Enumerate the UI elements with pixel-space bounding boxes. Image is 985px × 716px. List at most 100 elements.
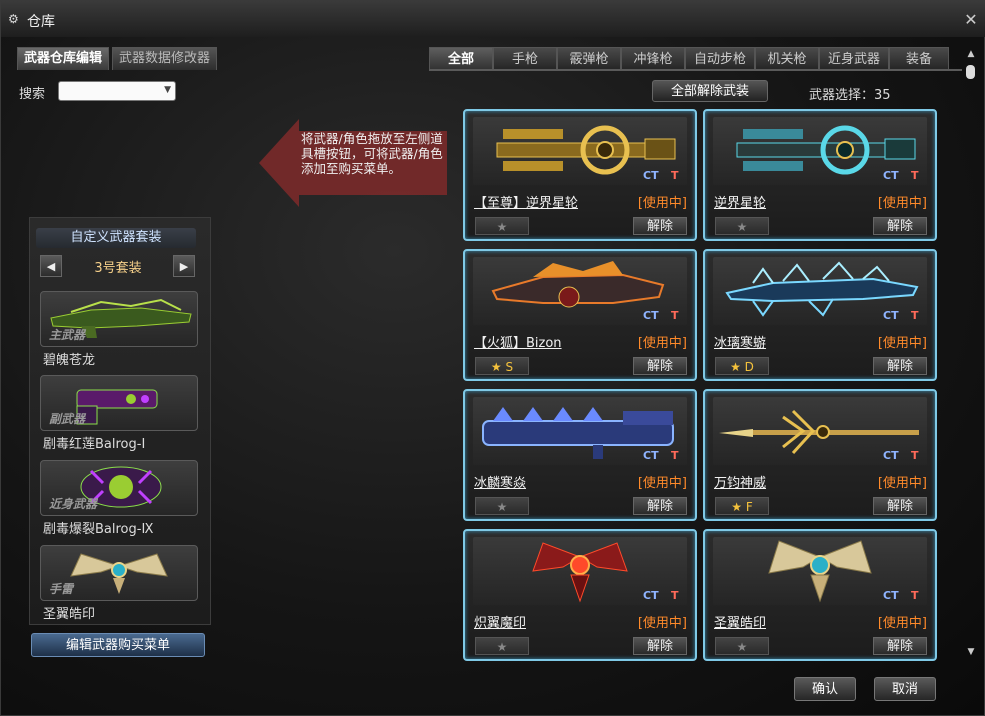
confirm-button[interactable]: 确认: [794, 677, 856, 701]
scroll-thumb[interactable]: [966, 65, 975, 79]
t-label: T: [911, 169, 919, 182]
tab-pistol[interactable]: 手枪: [493, 47, 557, 69]
next-set-button[interactable]: ▶: [173, 255, 195, 277]
weapon-name[interactable]: 冰璃寒蝣: [714, 332, 766, 351]
in-use-status: [使用中]: [637, 616, 687, 631]
weapon-name[interactable]: 圣翼皓印: [714, 612, 766, 631]
steam-icon: ⚙: [8, 12, 19, 26]
window-title: 仓库: [27, 14, 55, 30]
slot-category: 副武器: [49, 412, 86, 426]
tab-weapon-data-editor[interactable]: 武器数据修改器: [112, 47, 218, 70]
weapon-card[interactable]: CT T 冰璃寒蝣 [使用中] ★ D 解除: [703, 249, 937, 381]
tab-weapon-warehouse-edit[interactable]: 武器仓库编辑: [17, 47, 110, 70]
weapon-name[interactable]: 冰麟寒焱: [474, 472, 526, 491]
slot-weapon-name: 剧毒红莲Balrog-Ⅰ: [43, 437, 146, 452]
slot-category: 主武器: [49, 328, 86, 342]
unequip-button[interactable]: 解除: [873, 637, 927, 655]
scroll-down-icon[interactable]: ▼: [965, 647, 977, 659]
tab-machine-gun[interactable]: 机关枪: [755, 47, 819, 69]
ct-label: CT: [883, 589, 899, 602]
slot-weapon-name: 圣翼皓印: [43, 607, 96, 622]
in-use-status: [使用中]: [637, 336, 687, 351]
slot-category: 近身武器: [49, 497, 98, 511]
ct-label: CT: [883, 169, 899, 182]
t-label: T: [671, 309, 679, 322]
warehouse-window: ⚙ 仓库 ✕ 武器仓库编辑 武器数据修改器 搜索 ▼ 将武器/角色拖放至左侧道具…: [0, 0, 985, 716]
tab-equipment[interactable]: 装备: [889, 47, 949, 69]
weapon-card[interactable]: CT T 逆界星轮 [使用中] ★ 解除: [703, 109, 937, 241]
weapon-count-label: 武器选择：: [809, 88, 875, 103]
title-bar[interactable]: ⚙ 仓库 ✕: [1, 1, 985, 37]
tab-shotgun[interactable]: 霰弹枪: [557, 47, 621, 69]
in-use-status: [使用中]: [877, 616, 927, 631]
scroll-up-icon[interactable]: ▲: [965, 49, 977, 61]
ct-label: CT: [883, 309, 899, 322]
tab-smg[interactable]: 冲锋枪: [621, 47, 685, 69]
rating-badge[interactable]: ★: [715, 637, 769, 655]
unequip-button[interactable]: 解除: [633, 217, 687, 235]
slot-weapon-name: 碧魄苍龙: [43, 353, 96, 368]
in-use-status: [使用中]: [877, 476, 927, 491]
cancel-button[interactable]: 取消: [874, 677, 936, 701]
unequip-button[interactable]: 解除: [633, 357, 687, 375]
edit-buy-menu-button[interactable]: 编辑武器购买菜单: [31, 633, 205, 657]
t-label: T: [911, 589, 919, 602]
hint-text: 将武器/角色拖放至左侧道具槽按钮，可将武器/角色添加至购买菜单。: [301, 131, 443, 176]
prev-set-button[interactable]: ◀: [40, 255, 62, 277]
in-use-status: [使用中]: [877, 196, 927, 211]
tab-rifle[interactable]: 自动步枪: [685, 47, 755, 69]
weapon-card[interactable]: CT T 冰麟寒焱 [使用中] ★ 解除: [463, 389, 697, 521]
slot-primary-weapon[interactable]: 主武器: [40, 291, 198, 347]
rating-badge[interactable]: ★: [475, 217, 529, 235]
weapon-card[interactable]: CT T 【至尊】逆界星轮 [使用中] ★ 解除: [463, 109, 697, 241]
search-input[interactable]: [61, 83, 161, 101]
in-use-status: [使用中]: [637, 476, 687, 491]
close-icon[interactable]: ✕: [964, 12, 978, 28]
unequip-button[interactable]: 解除: [873, 217, 927, 235]
tab-all[interactable]: 全部: [429, 47, 493, 69]
tab-melee[interactable]: 近身武器: [819, 47, 889, 69]
slot-melee-weapon[interactable]: 近身武器: [40, 460, 198, 516]
slot-secondary-weapon[interactable]: 副武器: [40, 375, 198, 431]
weapon-name[interactable]: 【火狐】Bizon: [474, 332, 562, 351]
search-label: 搜索: [19, 87, 46, 102]
unequip-button[interactable]: 解除: [633, 637, 687, 655]
weapon-count: 武器选择：35: [809, 84, 891, 103]
scrollbar[interactable]: ▲ ▼: [963, 47, 979, 659]
rating-badge[interactable]: ★: [475, 637, 529, 655]
weapon-name[interactable]: 炽翼魔印: [474, 612, 526, 631]
weapon-name[interactable]: 万钧神威: [714, 472, 766, 491]
slot-grenade[interactable]: 手雷: [40, 545, 198, 601]
weapon-count-value: 35: [874, 88, 891, 103]
unequip-button[interactable]: 解除: [873, 357, 927, 375]
t-label: T: [911, 309, 919, 322]
rating-badge[interactable]: ★: [715, 217, 769, 235]
ct-label: CT: [643, 309, 659, 322]
rating-badge[interactable]: ★ F: [715, 497, 769, 515]
weapon-card[interactable]: CT T 圣翼皓印 [使用中] ★ 解除: [703, 529, 937, 661]
weapon-card[interactable]: CT T 【火狐】Bizon [使用中] ★ S 解除: [463, 249, 697, 381]
in-use-status: [使用中]: [877, 336, 927, 351]
slot-category: 手雷: [49, 582, 74, 596]
chevron-down-icon[interactable]: ▼: [164, 85, 171, 95]
ct-label: CT: [643, 169, 659, 182]
rating-badge[interactable]: ★: [475, 497, 529, 515]
unequip-button[interactable]: 解除: [873, 497, 927, 515]
t-label: T: [671, 589, 679, 602]
drag-hint: 将武器/角色拖放至左侧道具槽按钮，可将武器/角色添加至购买菜单。: [259, 119, 447, 207]
t-label: T: [671, 449, 679, 462]
unequip-button[interactable]: 解除: [633, 497, 687, 515]
rating-badge[interactable]: ★ D: [715, 357, 769, 375]
current-set-name: 3号套装: [94, 261, 142, 276]
rating-badge[interactable]: ★ S: [475, 357, 529, 375]
tab-underline: [429, 69, 962, 71]
search-dropdown[interactable]: ▼: [58, 81, 176, 101]
ct-label: CT: [643, 589, 659, 602]
weapon-card[interactable]: CT T 炽翼魔印 [使用中] ★ 解除: [463, 529, 697, 661]
weapon-name[interactable]: 【至尊】逆界星轮: [474, 192, 578, 211]
weapon-card[interactable]: CT T 万钧神威 [使用中] ★ F 解除: [703, 389, 937, 521]
weapon-name[interactable]: 逆界星轮: [714, 192, 766, 211]
in-use-status: [使用中]: [637, 196, 687, 211]
unequip-all-button[interactable]: 全部解除武装: [652, 80, 768, 102]
custom-set-title: 自定义武器套装: [36, 228, 196, 248]
